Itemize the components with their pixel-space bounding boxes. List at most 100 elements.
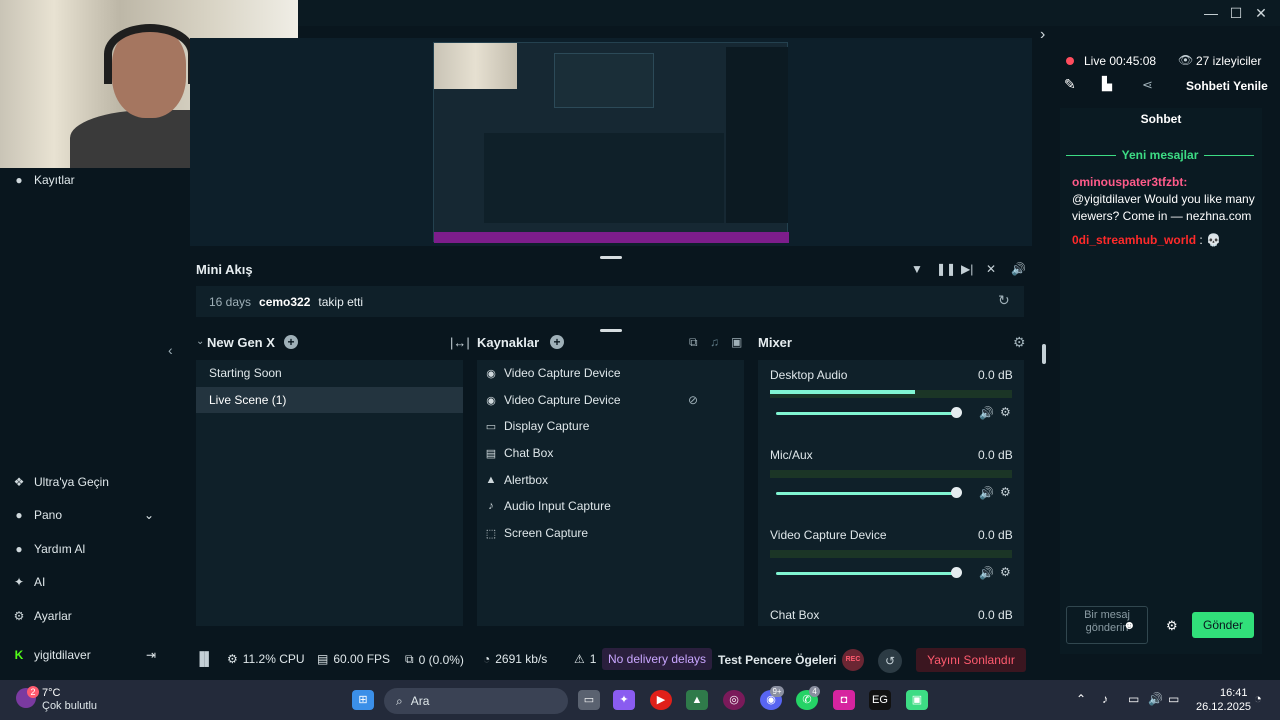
chevron-down-icon[interactable]: ⌄ [196, 336, 204, 347]
windows-start-icon[interactable]: ⊞ [352, 690, 374, 710]
layout-icon[interactable]: ⧉ [689, 335, 698, 350]
resize-handle[interactable] [600, 256, 622, 259]
nav-user[interactable]: Kyigitdilaver ⇥ [12, 645, 156, 665]
streaming-app-icon[interactable]: ▣ [906, 690, 928, 710]
mute-icon[interactable]: 🔊 [979, 406, 994, 420]
weather-desc[interactable]: Çok bulutlu [42, 700, 97, 712]
volume-slider-knob[interactable] [951, 567, 962, 578]
volume-slider-knob[interactable] [951, 407, 962, 418]
scene-item[interactable]: Starting Soon [196, 360, 463, 386]
webcam-icon: ◉ [486, 367, 496, 380]
source-item[interactable]: ⬚ Screen Capture [484, 522, 588, 544]
skip-icon[interactable]: ▶| [961, 262, 973, 276]
volume-slider-knob[interactable] [951, 487, 962, 498]
hidden-eye-icon[interactable]: ⊘ [688, 393, 698, 407]
nav-ultra[interactable]: ❖ Ultra'ya Geçin [12, 472, 109, 492]
clock-time[interactable]: 16:41 [1220, 687, 1248, 699]
youtube-music-icon[interactable]: ▶ [650, 690, 672, 710]
collapse-left-icon[interactable]: ‹ [168, 342, 173, 358]
transition-icon[interactable]: |↔| [450, 335, 470, 350]
chat-icon: ▤ [485, 447, 497, 460]
mute-alerts-icon[interactable]: ✕ [986, 262, 996, 276]
chat-username[interactable]: 0di_streamhub_world [1072, 233, 1196, 247]
mixer-channel-db: 0.0 dB [978, 608, 1013, 622]
mixer-channel-name: Desktop Audio [770, 368, 848, 382]
channel-settings-icon[interactable]: ⚙ [1000, 485, 1011, 499]
delivery-delay-badge[interactable]: No delivery delays [602, 648, 713, 670]
network-icon[interactable]: ▭ [1128, 692, 1139, 706]
close-icon[interactable]: ✕ [1250, 3, 1272, 23]
source-item[interactable]: ▤ Chat Box [484, 442, 554, 464]
scene-collection-title[interactable]: New Gen X [207, 335, 275, 350]
chevron-up-icon[interactable]: ⌃ [1076, 692, 1086, 706]
source-item[interactable]: ▭ Display Capture [484, 415, 590, 437]
chat-settings-icon[interactable]: ⚙ [1166, 618, 1178, 634]
share-icon[interactable]: ⋖ [1142, 77, 1153, 93]
volume-slider[interactable] [776, 492, 960, 495]
chat-input[interactable]: Bir mesaj gönderin [1066, 606, 1148, 644]
expand-right-icon[interactable]: › [1040, 26, 1045, 44]
record-button[interactable]: REC [842, 649, 864, 671]
filter-icon[interactable]: ▼ [911, 262, 923, 276]
mute-icon[interactable]: 🔊 [979, 486, 994, 500]
logout-icon[interactable]: ⇥ [146, 648, 156, 662]
battery-icon[interactable]: ▭ [1168, 692, 1179, 706]
add-source-icon[interactable]: + [550, 335, 564, 349]
volume-slider[interactable] [776, 572, 960, 575]
chat-username[interactable]: ominouspater3tfzbt: [1072, 175, 1187, 189]
channel-settings-icon[interactable]: ⚙ [1000, 405, 1011, 419]
refresh-chat-button[interactable]: Sohbeti Yenile [1186, 79, 1268, 93]
channel-settings-icon[interactable]: ⚙ [1000, 565, 1011, 579]
epic-games-icon[interactable]: EG [869, 690, 891, 710]
scrollbar[interactable] [1042, 344, 1046, 364]
maximize-icon[interactable]: ☐ [1225, 3, 1247, 23]
replay-buffer-button[interactable]: ↺ [878, 649, 902, 673]
nav-recordings[interactable]: ● Kayıtlar [12, 170, 74, 190]
clock-date[interactable]: 26.12.2025 [1196, 701, 1251, 713]
emoji-icon[interactable]: ☻ [1123, 618, 1136, 632]
test-elements-link[interactable]: Test Pencere Ögeleri [718, 653, 837, 667]
stats-icon[interactable]: ▐▌ [195, 651, 213, 666]
nav-help[interactable]: ● Yardım Al [12, 539, 85, 559]
nav-dashboard[interactable]: ● Pano ⌄ [12, 505, 154, 525]
file-explorer-icon[interactable]: ▭ [578, 690, 600, 710]
mixer-settings-icon[interactable]: ⚙ [1013, 334, 1026, 351]
minimize-icon[interactable]: — [1200, 3, 1222, 23]
nav-ai[interactable]: ✦ AI [12, 572, 45, 592]
weather-temp[interactable]: 7°C [42, 687, 60, 699]
search-icon: ⌕ [396, 693, 403, 708]
end-stream-button[interactable]: Yayını Sonlandır [916, 648, 1026, 672]
alert-icon: ▲ [485, 474, 497, 486]
instagram-icon[interactable]: ◘ [833, 690, 855, 710]
taskbar [0, 680, 1280, 720]
browser-icon[interactable]: ◎ [723, 690, 745, 710]
source-item[interactable]: ▲ Alertbox [484, 469, 548, 491]
cpu-stat: ⚙ 11.2% CPU [227, 652, 305, 666]
source-item[interactable]: ♪ Audio Input Capture [484, 495, 611, 517]
headset-icon[interactable]: ♫ [710, 335, 719, 349]
resize-handle[interactable] [600, 329, 622, 332]
new-messages-divider: Yeni mesajlar [1066, 148, 1254, 162]
send-button[interactable]: Gönder [1192, 612, 1254, 638]
app-icon[interactable]: ▲ [686, 690, 708, 710]
speaker-icon[interactable]: 🔊 [1148, 692, 1163, 706]
clapper-icon[interactable]: ▙ [1102, 76, 1112, 92]
edit-icon[interactable]: ✎ [1064, 76, 1076, 93]
taskbar-search[interactable]: ⌕ Ara [384, 688, 568, 714]
copilot-icon[interactable]: ✦ [613, 690, 635, 710]
source-item[interactable]: ◉ Video Capture Device [484, 362, 620, 384]
scene-item-selected[interactable]: Live Scene (1) [196, 387, 463, 413]
notifications-icon[interactable]: ◔ [1254, 691, 1262, 706]
source-item[interactable]: ◉ Video Capture Device ⊘ [484, 389, 698, 411]
folder-icon[interactable]: ▣ [731, 335, 742, 349]
volume-icon[interactable]: 🔊 [1011, 262, 1026, 276]
alerts-stat[interactable]: ⚠ 1 [574, 652, 596, 666]
refresh-icon[interactable]: ↻ [998, 292, 1010, 309]
pause-icon[interactable]: ❚❚ [936, 262, 956, 276]
nav-settings[interactable]: ⚙ Ayarlar [12, 606, 72, 626]
fps-icon: ▤ [317, 652, 329, 666]
mute-icon[interactable]: 🔊 [979, 566, 994, 580]
microphone-icon[interactable]: ♪ [1102, 692, 1108, 706]
volume-slider[interactable] [776, 412, 960, 415]
add-scene-icon[interactable]: + [284, 335, 298, 349]
